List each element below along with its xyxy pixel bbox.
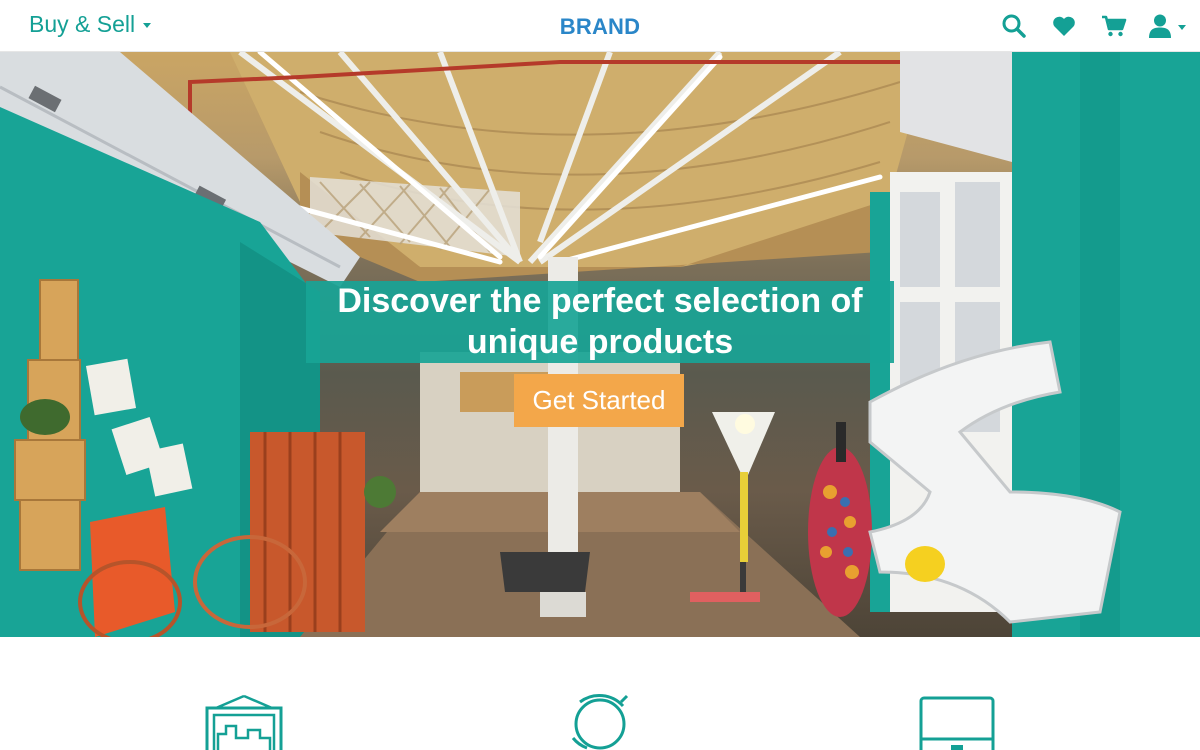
search-icon[interactable] (1000, 12, 1028, 40)
top-navbar: Buy & Sell BRAND (0, 0, 1200, 52)
globe-icon[interactable] (565, 692, 635, 750)
header-actions (978, 8, 1186, 44)
chevron-down-icon (1178, 24, 1186, 30)
hero-banner: Discover the perfect selection of unique… (0, 52, 1200, 637)
account-menu[interactable] (1148, 13, 1186, 39)
cabinet-icon[interactable] (918, 695, 996, 750)
brand-text: BRAND (559, 14, 641, 39)
feature-strip (0, 637, 1200, 750)
user-icon (1149, 14, 1171, 38)
heart-icon[interactable] (1050, 12, 1078, 40)
hero-title: Discover the perfect selection of unique… (337, 282, 863, 361)
get-started-button[interactable]: Get Started (514, 374, 684, 427)
framed-picture-icon[interactable] (204, 694, 284, 750)
cart-icon[interactable] (1100, 12, 1128, 40)
